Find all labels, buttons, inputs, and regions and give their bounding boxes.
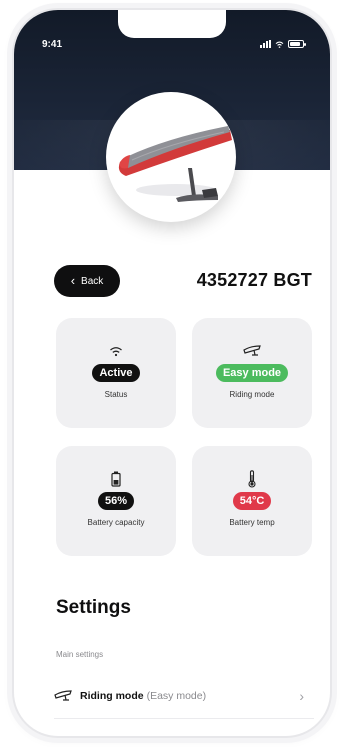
battery-caption: Battery capacity bbox=[87, 518, 145, 527]
riding-mode-caption: Riding mode bbox=[229, 390, 275, 399]
battery-temp-caption: Battery temp bbox=[229, 518, 275, 527]
settings-row-riding-mode[interactable]: Riding mode (Easy mode) › bbox=[54, 686, 314, 706]
status-icons bbox=[260, 40, 306, 48]
status-caption: Status bbox=[104, 390, 128, 399]
riding-mode-badge: Easy mode bbox=[215, 364, 289, 382]
riding-mode-card[interactable]: Easy mode Riding mode bbox=[192, 318, 312, 428]
status-time: 9:41 bbox=[42, 39, 63, 50]
settings-row-title: Riding mode bbox=[80, 690, 144, 702]
efoil-board-illustration bbox=[118, 126, 232, 202]
thermometer-icon bbox=[247, 470, 257, 488]
divider bbox=[54, 718, 314, 719]
battery-status-icon bbox=[288, 40, 306, 48]
settings-row-value: (Easy mode) bbox=[146, 690, 207, 702]
battery-badge: 56% bbox=[97, 492, 135, 510]
settings-title: Settings bbox=[56, 597, 131, 618]
chevron-right-icon: › bbox=[299, 688, 304, 704]
product-image bbox=[106, 92, 236, 222]
notch bbox=[118, 10, 226, 38]
phone-frame: 9:41 ‹ Back 4352727 BGT Active Status Ea… bbox=[14, 10, 330, 736]
riding-mode-icon bbox=[54, 690, 72, 701]
battery-temp-badge: 54°C bbox=[232, 492, 272, 510]
back-label: Back bbox=[81, 275, 104, 287]
signal-icon bbox=[260, 40, 271, 48]
back-button[interactable]: ‹ Back bbox=[54, 265, 120, 297]
chevron-left-icon: ‹ bbox=[70, 273, 76, 288]
wifi-icon bbox=[109, 344, 123, 358]
section-label-main-settings: Main settings bbox=[56, 650, 104, 659]
status-card[interactable]: Active Status bbox=[56, 318, 176, 428]
riding-mode-icon bbox=[243, 344, 261, 358]
battery-temp-card[interactable]: 54°C Battery temp bbox=[192, 446, 312, 556]
battery-card[interactable]: 56% Battery capacity bbox=[56, 446, 176, 556]
battery-icon bbox=[111, 471, 121, 487]
device-id-title: 4352727 BGT bbox=[196, 270, 312, 290]
wifi-status-icon bbox=[275, 41, 284, 48]
status-badge: Active bbox=[92, 364, 140, 382]
